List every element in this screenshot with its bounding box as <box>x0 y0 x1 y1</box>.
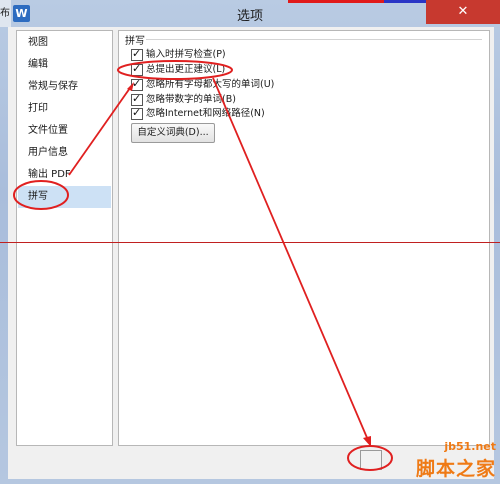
annotation-arrow-line-1 <box>68 87 131 176</box>
watermark: jb51.net 脚本之家 <box>378 438 500 484</box>
screenshot: 布 W 选项 ✕ 视图 编辑 常规与保存 打印 文件位置 用户信息 输出 PDF… <box>0 0 500 484</box>
annotation-circle-spelling <box>13 180 69 210</box>
watermark-url: jb51.net <box>444 440 496 453</box>
annotation-overlay <box>13 60 393 471</box>
annotation-circle-always-suggest <box>117 60 233 80</box>
annotation-arrow-line-2 <box>212 77 369 441</box>
watermark-name: 脚本之家 <box>415 458 496 480</box>
